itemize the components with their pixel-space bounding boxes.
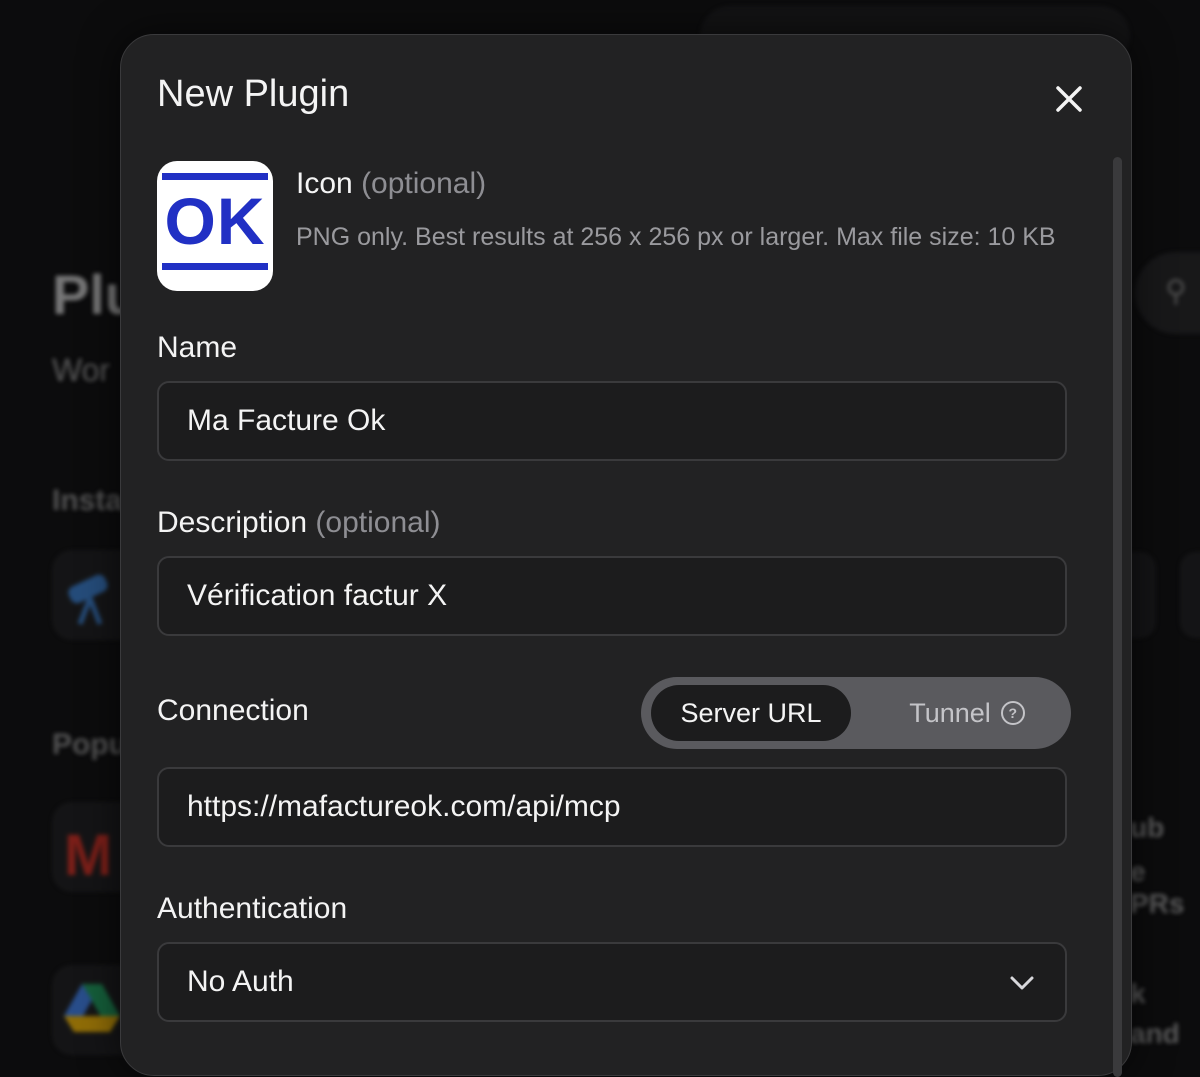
background-section-popular: Popu <box>52 728 127 761</box>
telescope-icon <box>68 574 108 625</box>
background-text: and <box>1130 1018 1180 1049</box>
background-subtitle: Wor <box>52 352 111 388</box>
gmail-icon: M <box>64 823 113 888</box>
plugin-icon-preview[interactable]: OK <box>157 161 273 291</box>
description-label: Description (optional) <box>157 506 440 540</box>
optional-tag: (optional) <box>361 167 487 200</box>
authentication-select-value: No Auth <box>187 965 294 998</box>
name-label: Name <box>157 331 238 364</box>
background-plugin-tile <box>1180 552 1200 638</box>
name-input[interactable]: Ma Facture Ok <box>157 381 1067 461</box>
tunnel-option-label: Tunnel <box>909 697 991 728</box>
icon-preview-text: OK <box>164 184 266 258</box>
description-label-text: Description <box>157 506 308 539</box>
chevron-down-icon <box>1010 976 1034 990</box>
close-icon[interactable] <box>1049 79 1089 119</box>
icon-top-bar <box>162 173 268 180</box>
authentication-label: Authentication <box>157 892 348 925</box>
drive-icon <box>64 984 120 1032</box>
background-text: ub <box>1130 812 1165 843</box>
dialog-title: New Plugin <box>157 73 350 115</box>
background-text: e PRs <box>1130 856 1185 919</box>
help-icon[interactable]: ? <box>1000 701 1025 725</box>
optional-tag: (optional) <box>315 506 441 539</box>
scrollbar[interactable] <box>1113 157 1122 1077</box>
server-url-input[interactable]: https://mafactureok.com/api/mcp <box>157 767 1067 847</box>
authentication-select[interactable]: No Auth <box>157 942 1067 1022</box>
connection-type-toggle: Server URL Tunnel ? <box>641 677 1071 749</box>
background-search-button: ⚲ <box>1135 252 1200 334</box>
server-url-input-value: https://mafactureok.com/api/mcp <box>187 790 621 823</box>
description-input-value: Vérification factur X <box>187 579 448 612</box>
new-plugin-dialog: New Plugin OK Icon (optional) PNG only. … <box>120 34 1132 1077</box>
connection-label: Connection <box>157 694 309 727</box>
search-icon: ⚲ <box>1165 275 1187 308</box>
name-input-value: Ma Facture Ok <box>187 404 386 437</box>
server-url-option[interactable]: Server URL <box>651 685 851 741</box>
background-text: k <box>1130 978 1146 1009</box>
icon-label-text: Icon <box>296 167 353 200</box>
icon-bottom-bar <box>162 263 268 270</box>
icon-label: Icon (optional) <box>296 167 486 201</box>
icon-help-text: PNG only. Best results at 256 x 256 px o… <box>296 223 1056 251</box>
description-input[interactable]: Vérification factur X <box>157 556 1067 636</box>
tunnel-option[interactable]: Tunnel ? <box>877 685 1057 741</box>
background-section-installed: Insta <box>52 484 123 517</box>
